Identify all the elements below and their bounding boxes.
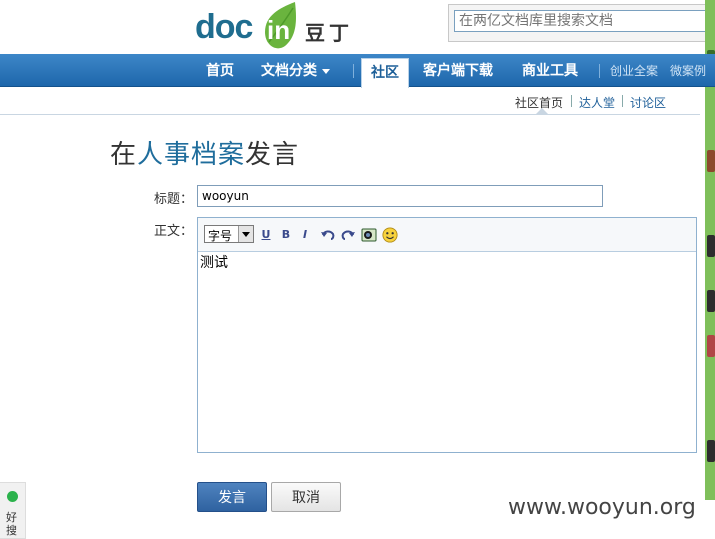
title-input[interactable] bbox=[197, 185, 603, 207]
body-label: 正文： bbox=[154, 224, 194, 239]
insert-image-icon[interactable] bbox=[361, 227, 377, 243]
rich-text-editor: 字号 U B I 测试 bbox=[197, 217, 697, 453]
haosou-label: 好搜 bbox=[6, 511, 17, 537]
logo-text-cn: 豆丁 bbox=[305, 21, 353, 45]
page-title-group-link[interactable]: 人事档案 bbox=[137, 140, 245, 170]
subnav-hall-of-fame[interactable]: 达人堂 bbox=[579, 94, 615, 111]
docin-logo[interactable]: doc in 豆丁 bbox=[195, 2, 355, 52]
nav-item-categories-label: 文档分类 bbox=[261, 63, 317, 79]
strip-thumbnail[interactable] bbox=[707, 335, 715, 357]
search-box bbox=[448, 4, 715, 42]
haosou-widget[interactable]: 好搜 bbox=[0, 482, 26, 539]
title-label: 标题： bbox=[154, 192, 194, 207]
page-title-suffix: 发言 bbox=[245, 140, 300, 170]
font-size-select-value: 字号 bbox=[208, 229, 233, 243]
font-size-select[interactable]: 字号 bbox=[204, 225, 254, 243]
nav-item-client-download[interactable]: 客户端下载 bbox=[423, 54, 493, 86]
bold-icon[interactable]: B bbox=[278, 227, 294, 243]
dropdown-arrow-icon[interactable] bbox=[238, 226, 253, 242]
logo-text-doc: doc bbox=[195, 8, 253, 46]
strip-thumbnail[interactable] bbox=[707, 235, 715, 257]
nav-divider bbox=[353, 64, 354, 78]
emoticon-icon[interactable] bbox=[382, 227, 398, 243]
status-dot-icon bbox=[7, 491, 18, 502]
nav-item-micro-case[interactable]: 微案例 bbox=[670, 54, 706, 86]
page-title-prefix: 在 bbox=[110, 140, 138, 170]
chevron-down-icon bbox=[322, 68, 330, 74]
community-sub-nav: 社区首页 达人堂 讨论区 bbox=[0, 86, 700, 115]
subnav-discussion[interactable]: 讨论区 bbox=[630, 94, 666, 111]
undo-icon[interactable] bbox=[320, 227, 336, 243]
strip-thumbnail[interactable] bbox=[707, 150, 715, 172]
nav-item-community-active[interactable]: 社区 bbox=[361, 58, 409, 88]
main-nav-bar: 首页 文档分类 社区 客户端下载 商业工具 创业全案 微案例 bbox=[0, 54, 715, 88]
strip-thumbnail[interactable] bbox=[707, 440, 715, 462]
editor-body[interactable]: 测试 bbox=[198, 252, 700, 272]
cancel-button[interactable]: 取消 bbox=[271, 482, 341, 512]
strip-thumbnail[interactable] bbox=[707, 290, 715, 312]
nav-divider bbox=[599, 64, 600, 78]
nav-item-business-tools[interactable]: 商业工具 bbox=[522, 54, 578, 86]
search-input[interactable] bbox=[454, 10, 714, 32]
editor-toolbar: 字号 U B I bbox=[198, 218, 696, 252]
logo-text-in: in bbox=[267, 15, 291, 45]
watermark: www.wooyun.org bbox=[508, 495, 696, 520]
page-title: 在人事档案发言 bbox=[110, 134, 299, 171]
submit-post-button[interactable]: 发言 bbox=[197, 482, 267, 512]
nav-item-home[interactable]: 首页 bbox=[206, 54, 234, 86]
active-pointer bbox=[536, 108, 548, 114]
underline-icon[interactable]: U bbox=[258, 227, 274, 243]
redo-icon[interactable] bbox=[340, 227, 356, 243]
subnav-divider bbox=[622, 95, 623, 107]
nav-item-categories[interactable]: 文档分类 bbox=[261, 54, 330, 86]
italic-icon[interactable]: I bbox=[297, 227, 313, 243]
subnav-divider bbox=[571, 95, 572, 107]
nav-item-startup[interactable]: 创业全案 bbox=[610, 54, 658, 86]
